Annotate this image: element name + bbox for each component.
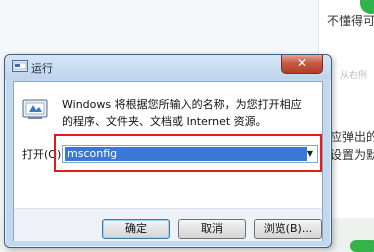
run-program-icon [22, 99, 48, 119]
background-text-3: 应弹出的 [330, 130, 374, 144]
browse-button[interactable]: 浏览(B)... [254, 219, 322, 239]
background-text-2: 从右例 [340, 71, 368, 81]
run-dialog: 运行 ✕ Windows 将根据您所输入的名称，为您打开相应的程序、文件夹、文档… [4, 54, 332, 248]
title-bar[interactable]: 运行 ✕ [5, 55, 331, 79]
close-icon: ✕ [296, 56, 308, 70]
background-text-4: 设置为默 [330, 148, 374, 162]
button-bar: 确定 取消 浏览(B)... [14, 208, 322, 241]
dialog-description: Windows 将根据您所输入的名称，为您打开相应的程序、文件夹、文档或 Int… [62, 98, 302, 128]
background-text-1: 不懂得可 [327, 14, 374, 28]
dialog-body: Windows 将根据您所输入的名称，为您打开相应的程序、文件夹、文档或 Int… [13, 81, 323, 241]
ok-button[interactable]: 确定 [102, 219, 170, 239]
cancel-button[interactable]: 取消 [178, 219, 246, 239]
highlight-box [54, 134, 322, 172]
close-button[interactable]: ✕ [281, 55, 323, 74]
run-window-icon [12, 60, 28, 72]
green-button [350, 240, 374, 252]
dialog-title: 运行 [31, 62, 53, 75]
